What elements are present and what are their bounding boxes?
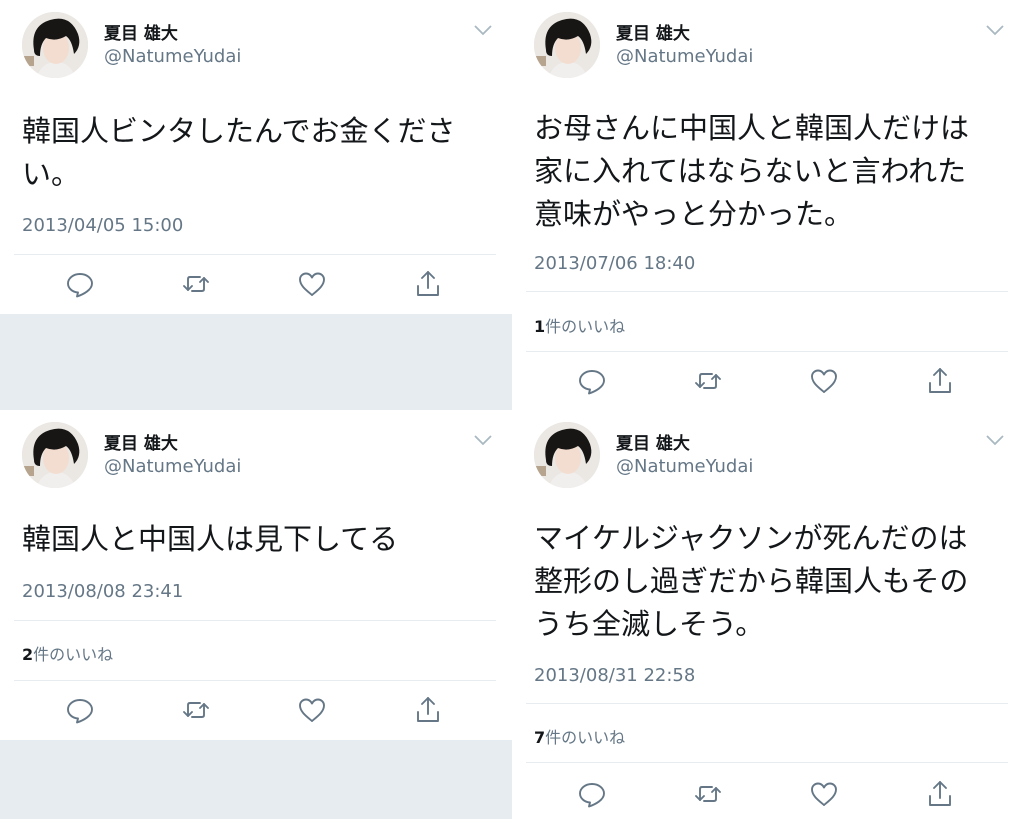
tweet-timestamp[interactable]: 2013/08/08 23:41 bbox=[22, 581, 183, 602]
action-bar bbox=[512, 778, 1024, 818]
tweet-text: お母さんに中国人と韓国人だけは 家に入れてはならないと言われた 意味がやっと分か… bbox=[534, 111, 970, 231]
gray-spacer bbox=[0, 314, 512, 410]
tweet-text: 韓国人と中国人は見下してる bbox=[22, 522, 399, 556]
tweet-timestamp[interactable]: 2013/07/06 18:40 bbox=[534, 253, 695, 274]
divider bbox=[14, 254, 496, 255]
likes-number: 1 bbox=[534, 317, 546, 336]
likes-number: 2 bbox=[22, 645, 34, 664]
heart-icon[interactable] bbox=[296, 694, 328, 726]
action-bar bbox=[512, 365, 1024, 405]
display-name[interactable]: 夏目 雄大 bbox=[104, 429, 178, 454]
tweet-timestamp[interactable]: 2013/08/31 22:58 bbox=[534, 665, 695, 686]
user-handle[interactable]: @NatumeYudai bbox=[616, 456, 753, 477]
likes-label: 件のいいね bbox=[33, 645, 114, 664]
heart-icon[interactable] bbox=[808, 365, 840, 397]
tweet-card: 夏目 雄大 @NatumeYudai マイケルジャクソンが死んだのは 整形のし過… bbox=[512, 410, 1024, 819]
avatar[interactable] bbox=[22, 12, 88, 78]
reply-icon[interactable] bbox=[64, 694, 96, 726]
avatar[interactable] bbox=[534, 12, 600, 78]
tweet-card: 夏目 雄大 @NatumeYudai お母さんに中国人と韓国人だけは 家に入れて… bbox=[512, 0, 1024, 410]
user-handle[interactable]: @NatumeYudai bbox=[616, 46, 753, 67]
likes-number: 7 bbox=[534, 728, 546, 747]
user-handle[interactable]: @NatumeYudai bbox=[104, 46, 241, 67]
share-icon[interactable] bbox=[924, 365, 956, 397]
retweet-icon[interactable] bbox=[180, 694, 212, 726]
heart-icon[interactable] bbox=[296, 268, 328, 300]
tweet-header: 夏目 雄大 @NatumeYudai bbox=[0, 410, 512, 500]
share-icon[interactable] bbox=[924, 778, 956, 810]
display-name[interactable]: 夏目 雄大 bbox=[616, 429, 690, 454]
action-bar bbox=[0, 268, 512, 308]
tweet-text: 韓国人ビンタしたんでお金くださ い。 bbox=[22, 114, 456, 191]
divider bbox=[526, 762, 1008, 763]
reply-icon[interactable] bbox=[576, 365, 608, 397]
reply-icon[interactable] bbox=[576, 778, 608, 810]
display-name[interactable]: 夏目 雄大 bbox=[104, 19, 178, 44]
chevron-down-icon[interactable] bbox=[472, 432, 494, 446]
share-icon[interactable] bbox=[412, 694, 444, 726]
likes-label: 件のいいね bbox=[545, 317, 626, 336]
tweet-header: 夏目 雄大 @NatumeYudai bbox=[512, 410, 1024, 500]
retweet-icon[interactable] bbox=[692, 365, 724, 397]
chevron-down-icon[interactable] bbox=[472, 22, 494, 36]
tweet-header: 夏目 雄大 @NatumeYudai bbox=[0, 0, 512, 90]
tweet-text: マイケルジャクソンが死んだのは 整形のし過ぎだから韓国人もその うち全滅しそう。 bbox=[534, 521, 969, 641]
tweet-header: 夏目 雄大 @NatumeYudai bbox=[512, 0, 1024, 90]
divider bbox=[14, 620, 496, 621]
tweet-timestamp[interactable]: 2013/04/05 15:00 bbox=[22, 215, 183, 236]
gray-spacer bbox=[0, 740, 512, 819]
retweet-icon[interactable] bbox=[692, 778, 724, 810]
retweet-icon[interactable] bbox=[180, 268, 212, 300]
share-icon[interactable] bbox=[412, 268, 444, 300]
divider bbox=[526, 703, 1008, 704]
avatar[interactable] bbox=[22, 422, 88, 488]
likes-label: 件のいいね bbox=[545, 728, 626, 747]
divider bbox=[526, 351, 1008, 352]
heart-icon[interactable] bbox=[808, 778, 840, 810]
user-handle[interactable]: @NatumeYudai bbox=[104, 456, 241, 477]
display-name[interactable]: 夏目 雄大 bbox=[616, 19, 690, 44]
likes-count[interactable]: 2件のいいね bbox=[22, 641, 113, 665]
likes-count[interactable]: 1件のいいね bbox=[534, 313, 625, 337]
reply-icon[interactable] bbox=[64, 268, 96, 300]
tweet-card: 夏目 雄大 @NatumeYudai 韓国人と中国人は見下してる 2013/08… bbox=[0, 410, 512, 819]
avatar[interactable] bbox=[534, 422, 600, 488]
action-bar bbox=[0, 694, 512, 734]
divider bbox=[14, 680, 496, 681]
chevron-down-icon[interactable] bbox=[984, 432, 1006, 446]
chevron-down-icon[interactable] bbox=[984, 22, 1006, 36]
tweet-card: 夏目 雄大 @NatumeYudai 韓国人ビンタしたんでお金くださ い。 20… bbox=[0, 0, 512, 410]
divider bbox=[526, 291, 1008, 292]
likes-count[interactable]: 7件のいいね bbox=[534, 724, 625, 748]
